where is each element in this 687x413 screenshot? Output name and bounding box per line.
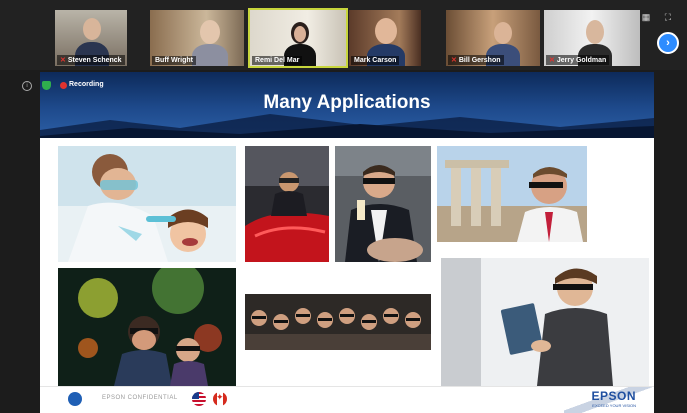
meeting-status-bar: i Recording bbox=[0, 78, 200, 94]
brand-tagline: EXCEED YOUR VISION bbox=[592, 403, 636, 408]
participant-name: Mark Carson bbox=[351, 56, 400, 65]
participant-name: ✕ Jerry Goldman bbox=[546, 55, 610, 65]
participant-strip: ✕ Steven Schenck Buff Wright Remi Del Mar… bbox=[0, 0, 687, 70]
gallery-view-icon[interactable]: ▦ ⛶ bbox=[642, 12, 677, 23]
dentist-photo bbox=[58, 146, 236, 262]
participant-name: ✕ Bill Gershon bbox=[448, 55, 504, 65]
us-flag-icon bbox=[192, 392, 206, 406]
slide-title: Many Applications bbox=[263, 92, 431, 113]
reader-photo bbox=[441, 258, 649, 386]
participant-tile-steven-schenck[interactable]: ✕ Steven Schenck bbox=[55, 10, 127, 66]
canada-flag-icon bbox=[213, 392, 227, 406]
participant-name: Remi Del Mar bbox=[252, 56, 303, 65]
participant-name: ✕ Steven Schenck bbox=[57, 55, 125, 65]
participant-tile-bill-gershon[interactable]: ✕ Bill Gershon bbox=[446, 10, 540, 66]
company-dot-icon bbox=[68, 392, 82, 406]
epson-logo: EPSON EXCEED YOUR VISION bbox=[591, 389, 636, 408]
recording-label[interactable]: Recording bbox=[69, 81, 104, 88]
slide-footer: EPSON CONFIDENTIAL EPSON EXCEED YOUR VIS… bbox=[40, 386, 654, 413]
participant-tile-jerry-goldman[interactable]: ✕ Jerry Goldman bbox=[544, 10, 640, 66]
next-page-button[interactable]: › bbox=[657, 32, 679, 54]
theater-photo bbox=[58, 268, 236, 386]
confidential-label: EPSON CONFIDENTIAL bbox=[102, 395, 178, 401]
mic-muted-icon: ✕ bbox=[451, 57, 457, 64]
audience-photo bbox=[245, 294, 431, 350]
mic-muted-icon: ✕ bbox=[549, 57, 555, 64]
participant-tile-mark-carson[interactable]: Mark Carson bbox=[349, 10, 421, 66]
participant-tile-remi-del-mar[interactable]: Remi Del Mar bbox=[248, 8, 348, 68]
shared-slide: Many Applications EPSON CONFIDENTIAL ✦ E… bbox=[40, 72, 654, 413]
technician-photo bbox=[335, 146, 431, 262]
brand-name: EPSON bbox=[591, 389, 636, 403]
recording-dot-icon bbox=[60, 82, 67, 89]
car-design-photo bbox=[245, 146, 329, 262]
security-shield-icon[interactable] bbox=[42, 81, 51, 90]
mic-muted-icon: ✕ bbox=[60, 57, 66, 64]
participant-name: Buff Wright bbox=[152, 56, 196, 65]
participant-tile-buff-wright[interactable]: Buff Wright bbox=[150, 10, 244, 66]
meeting-info-icon[interactable]: i bbox=[22, 81, 32, 91]
tourism-photo bbox=[437, 146, 587, 242]
